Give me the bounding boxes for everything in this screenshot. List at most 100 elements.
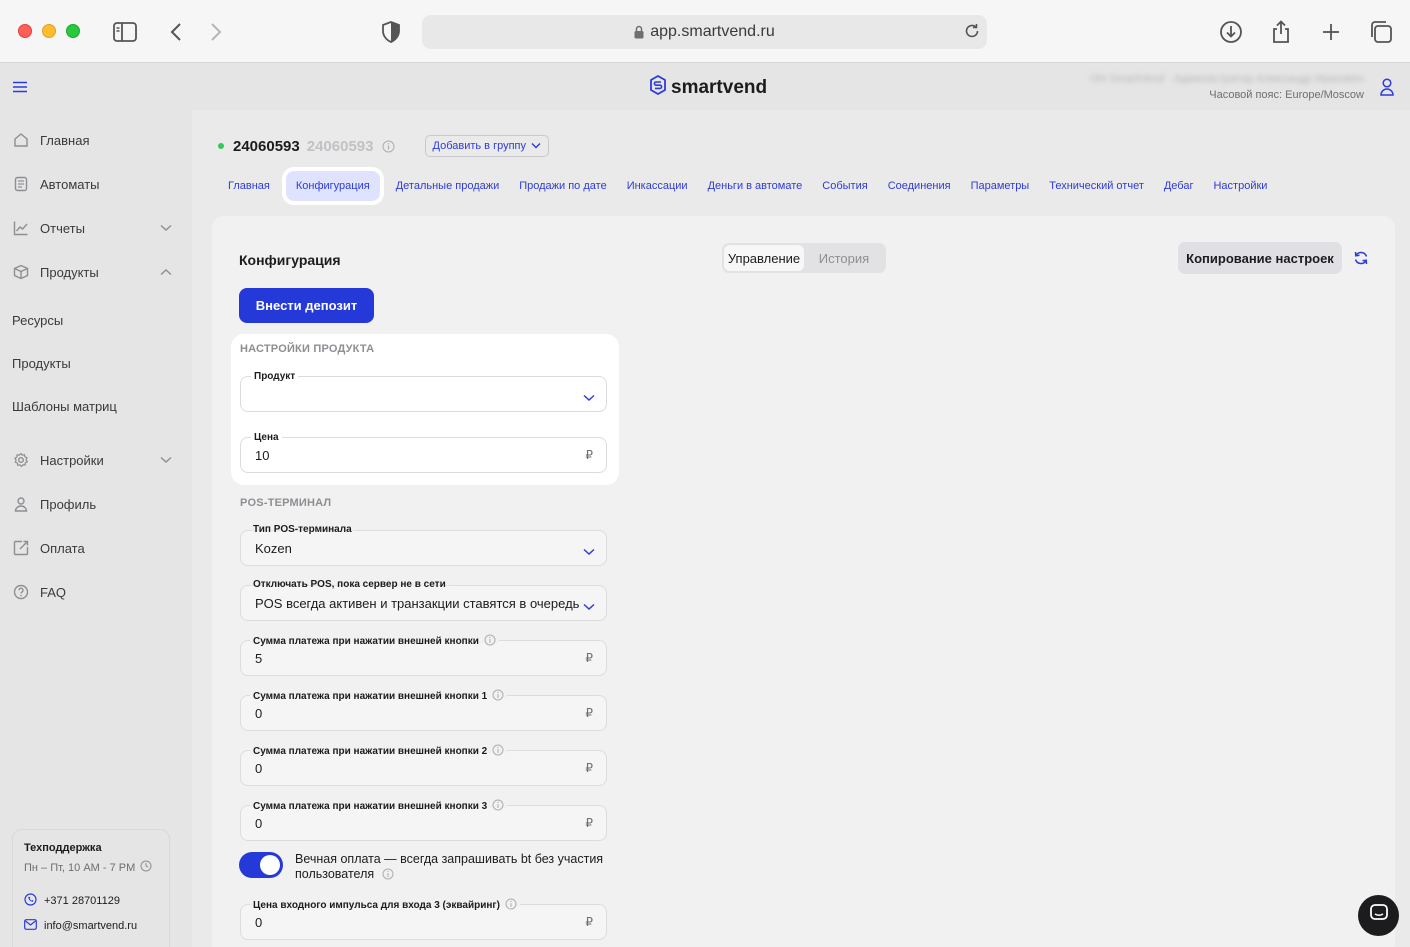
tab-main[interactable]: Главная xyxy=(218,171,280,201)
add-to-group-button[interactable]: Добавить в группу xyxy=(424,135,549,157)
info-icon[interactable] xyxy=(492,799,504,814)
chevron-down-icon xyxy=(160,452,172,467)
user-icon xyxy=(12,495,30,513)
mail-icon xyxy=(24,919,37,933)
support-email[interactable]: info@smartvend.ru xyxy=(24,919,158,933)
sidebar-item-label: Продукты xyxy=(12,355,71,371)
chat-support-button[interactable] xyxy=(1358,895,1399,936)
copy-settings-button[interactable]: Копирование настроек xyxy=(1178,242,1342,274)
tab-settings[interactable]: Настройки xyxy=(1203,171,1277,201)
external-button-3-amount-label: Сумма платежа при нажатии внешней кнопки… xyxy=(250,799,508,814)
sidebar-item-matrix-templates[interactable]: Шаблоны матриц xyxy=(12,395,172,417)
tab-events[interactable]: События xyxy=(812,171,877,201)
external-button-2-amount-label: Сумма платежа при нажатии внешней кнопки… xyxy=(250,744,508,759)
product-section-title: НАСТРОЙКИ ПРОДУКТА xyxy=(240,343,375,355)
support-panel: Техподдержка Пн – Пт, 10 AM - 7 PM +371 … xyxy=(12,829,170,947)
info-icon[interactable] xyxy=(492,689,504,704)
back-icon[interactable] xyxy=(162,18,190,46)
price-value: 10 xyxy=(255,448,270,463)
segment-management[interactable]: Управление xyxy=(724,245,804,271)
sidebar-item-label: Ресурсы xyxy=(12,312,64,328)
configuration-card: Конфигурация Управление История Копирова… xyxy=(212,216,1395,947)
support-phone[interactable]: +371 28701129 xyxy=(24,893,158,909)
sidebar-item-payment[interactable]: Оплата xyxy=(12,537,172,559)
price-label: Цена xyxy=(251,432,282,443)
tab-parameters[interactable]: Параметры xyxy=(961,171,1040,201)
sidebar-toggle-icon[interactable] xyxy=(111,18,139,46)
tab-configuration[interactable]: Конфигурация xyxy=(285,171,380,201)
currency-suffix: ₽ xyxy=(585,651,593,665)
info-icon[interactable] xyxy=(484,634,496,649)
tab-sales-by-date[interactable]: Продажи по дате xyxy=(509,171,616,201)
device-id-secondary: 24060593 xyxy=(306,137,374,155)
sidebar-item-label: FAQ xyxy=(40,584,67,600)
app-logo[interactable]: smartvend xyxy=(650,74,767,101)
tab-detailed-sales[interactable]: Детальные продажи xyxy=(386,171,510,201)
tab-technical-report[interactable]: Технический отчет xyxy=(1039,171,1154,201)
sidebar-item-label: Автоматы xyxy=(40,176,100,192)
sidebar-item-products-list[interactable]: Продукты xyxy=(12,352,172,374)
segment-history[interactable]: История xyxy=(804,245,884,271)
sidebar-item-label: Настройки xyxy=(40,452,104,468)
sidebar-item-label: Оплата xyxy=(40,540,85,556)
product-label: Продукт xyxy=(251,371,299,382)
device-tabs: Главная Конфигурация Детальные продажи П… xyxy=(218,171,1277,201)
address-bar[interactable]: app.smartvend.ru xyxy=(422,15,987,49)
external-button-1-amount-label: Сумма платежа при нажатии внешней кнопки… xyxy=(250,689,508,704)
info-icon[interactable] xyxy=(382,140,395,153)
product-settings-panel: НАСТРОЙКИ ПРОДУКТА Продукт 10 ₽ Цена xyxy=(231,334,619,485)
sidebar-item-home[interactable]: Главная xyxy=(12,129,172,151)
sidebar-item-profile[interactable]: Профиль xyxy=(12,493,172,515)
sidebar-item-label: Отчеты xyxy=(40,220,85,236)
add-to-group-label: Добавить в группу xyxy=(432,140,527,152)
sidebar-item-resources[interactable]: Ресурсы xyxy=(12,309,172,331)
pos-type-select[interactable]: Kozen xyxy=(240,530,607,566)
user-name: ОН SmartVend · Администратор Александр И… xyxy=(1090,73,1364,85)
support-hours: Пн – Пт, 10 AM - 7 PM xyxy=(24,860,158,875)
sidebar-item-reports[interactable]: Отчеты xyxy=(12,217,172,239)
share-icon[interactable] xyxy=(1267,18,1295,46)
minimize-window-button[interactable] xyxy=(42,24,56,38)
refresh-icon[interactable] xyxy=(1353,250,1369,271)
tabs-overview-icon[interactable] xyxy=(1367,18,1395,46)
close-window-button[interactable] xyxy=(18,24,32,38)
sidebar-item-faq[interactable]: FAQ xyxy=(12,581,172,603)
pos-section-title: POS-ТЕРМИНАЛ xyxy=(240,497,332,509)
toggle-knob xyxy=(260,855,280,875)
reload-icon[interactable] xyxy=(963,22,981,45)
chevron-up-icon xyxy=(160,264,172,279)
forward-icon[interactable] xyxy=(202,18,230,46)
sidebar-item-settings[interactable]: Настройки xyxy=(12,449,172,471)
currency-suffix: ₽ xyxy=(585,761,593,775)
info-icon[interactable] xyxy=(505,898,517,913)
page-title: Конфигурация xyxy=(239,252,341,268)
info-icon[interactable] xyxy=(382,868,394,884)
external-button-amount-value: 5 xyxy=(255,651,263,666)
info-icon[interactable] xyxy=(492,744,504,759)
timezone-label: Часовой пояс: Europe/Moscow xyxy=(1209,89,1364,101)
sidebar-item-machines[interactable]: Автоматы xyxy=(12,173,172,195)
tab-connections[interactable]: Соединения xyxy=(878,171,961,201)
pos-offline-select[interactable]: POS всегда активен и транзакции ставятся… xyxy=(240,585,607,621)
sidebar-item-products[interactable]: Продукты xyxy=(12,261,172,283)
price-input[interactable]: 10 ₽ xyxy=(240,437,607,473)
shield-icon[interactable] xyxy=(377,18,405,46)
external-button-1-amount-value: 0 xyxy=(255,706,263,721)
help-icon xyxy=(12,583,30,601)
eternal-payment-label-text: Вечная оплата — всегда запрашивать bt бе… xyxy=(295,852,604,881)
sidebar-item-label: Шаблоны матриц xyxy=(12,398,117,414)
download-icon[interactable] xyxy=(1217,18,1245,46)
menu-icon[interactable] xyxy=(12,80,28,98)
eternal-payment-toggle[interactable] xyxy=(239,852,283,878)
user-profile-icon[interactable] xyxy=(1380,78,1394,101)
maximize-window-button[interactable] xyxy=(66,24,80,38)
clock-icon xyxy=(140,860,152,875)
tab-collections[interactable]: Инкассации xyxy=(617,171,698,201)
new-tab-icon[interactable] xyxy=(1317,18,1345,46)
deposit-button[interactable]: Внести депозит xyxy=(239,288,374,323)
impulse-price-value: 0 xyxy=(255,915,263,930)
tab-money-in-machine[interactable]: Деньги в автомате xyxy=(698,171,813,201)
tab-debug[interactable]: Дебаг xyxy=(1154,171,1204,201)
user-info: ОН SmartVend · Администратор Александр И… xyxy=(1090,73,1364,101)
chat-icon xyxy=(1369,903,1389,928)
